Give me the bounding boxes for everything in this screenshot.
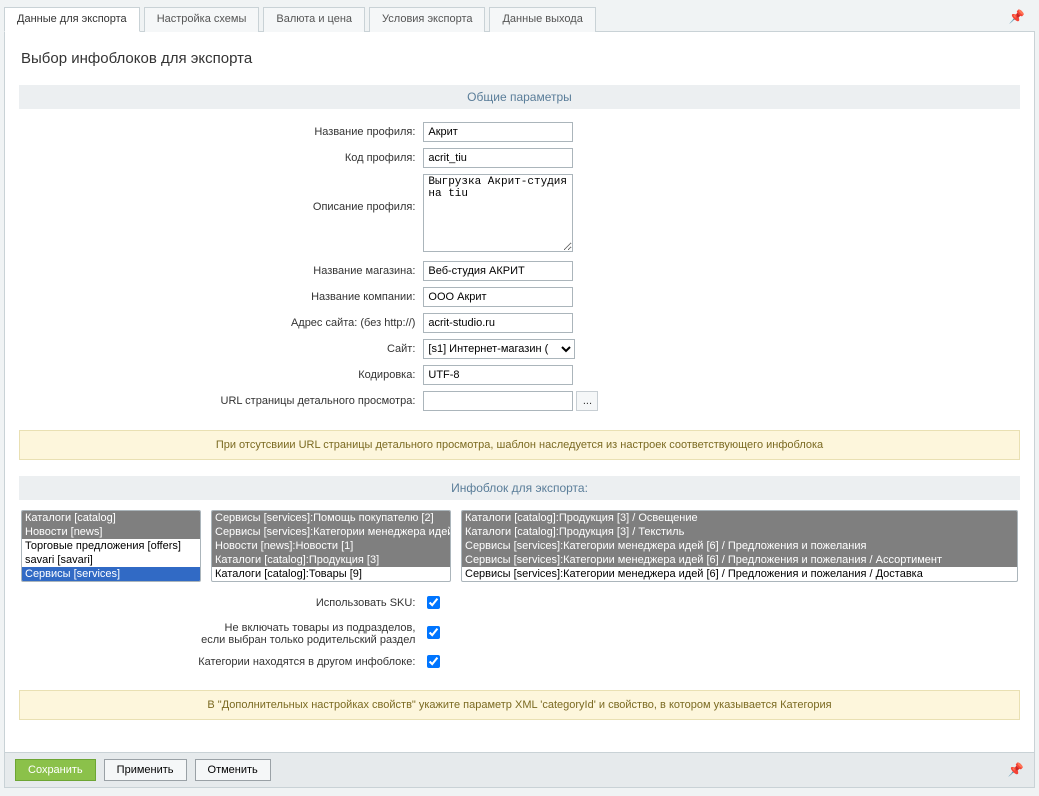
apply-button[interactable]: Применить <box>104 759 187 781</box>
iblock-options: Использовать SKU: Не включать товары из … <box>19 590 1020 674</box>
cat-other-label: Категории находятся в другом инфоблоке: <box>198 656 415 668</box>
tab-export-data[interactable]: Данные для экспорта <box>4 7 140 32</box>
main-panel: Выбор инфоблоков для экспорта Общие пара… <box>4 31 1035 753</box>
store-name-input[interactable] <box>423 261 573 281</box>
url-detail-input[interactable] <box>423 391 573 411</box>
url-detail-label: URL страницы детального просмотра: <box>221 395 416 407</box>
tab-currency[interactable]: Валюта и цена <box>263 7 365 32</box>
site-addr-label: Адрес сайта: (без http://) <box>291 317 415 329</box>
list-item[interactable]: Сервисы [services]:Категории менеджера и… <box>212 525 450 539</box>
url-note: При отсутсвиии URL страницы детального п… <box>19 430 1020 460</box>
no-sub-checkbox[interactable] <box>427 626 440 639</box>
page-title: Выбор инфоблоков для экспорта <box>21 50 1018 67</box>
list-item[interactable]: Каталоги [catalog]:Продукция [3] / Текст… <box>462 525 1017 539</box>
list-item[interactable]: Сервисы [services]:Помощь покупателю [2] <box>212 511 450 525</box>
iblock-type-list[interactable]: Каталоги [catalog]Новости [news]Торговые… <box>21 510 201 582</box>
iblock-list[interactable]: Сервисы [services]:Помощь покупателю [2]… <box>211 510 451 582</box>
site-addr-input[interactable] <box>423 313 573 333</box>
use-sku-checkbox[interactable] <box>427 596 440 609</box>
footer-pin-icon[interactable]: 📌 <box>1008 762 1024 778</box>
list-item[interactable]: Каталоги [catalog] <box>22 511 200 525</box>
section-general: Общие параметры <box>19 85 1020 109</box>
list-item[interactable]: Сервисы [services]:Категории менеджера и… <box>462 539 1017 553</box>
save-button[interactable]: Сохранить <box>15 759 96 781</box>
tab-conditions[interactable]: Условия экспорта <box>369 7 485 32</box>
section-list[interactable]: Каталоги [catalog]:Продукция [3] / Освещ… <box>461 510 1018 582</box>
site-select[interactable]: [s1] Интернет-магазин ( <box>423 339 575 359</box>
profile-name-label: Название профиля: <box>314 126 415 138</box>
cat-other-checkbox[interactable] <box>427 655 440 668</box>
site-label: Сайт: <box>387 343 415 355</box>
list-item[interactable]: Каталоги [catalog]:Продукция [3] <box>212 553 450 567</box>
list-item[interactable]: Сервисы [services]:Категории менеджера и… <box>462 567 1017 581</box>
profile-code-input[interactable] <box>423 148 573 168</box>
iblock-lists: Каталоги [catalog]Новости [news]Торговые… <box>19 510 1020 590</box>
encoding-label: Кодировка: <box>358 369 415 381</box>
store-name-label: Название магазина: <box>313 265 415 277</box>
profile-desc-label: Описание профиля: <box>313 201 416 213</box>
company-name-input[interactable] <box>423 287 573 307</box>
footer-bar: Сохранить Применить Отменить 📌 <box>4 753 1035 788</box>
profile-desc-input[interactable]: Выгрузка Акрит-студия на tiu <box>423 174 573 252</box>
category-note: В "Дополнительных настройках свойств" ук… <box>19 690 1020 720</box>
no-sub-label: Не включать товары из подразделов, если … <box>201 622 415 646</box>
list-item[interactable]: Каталоги [catalog]:Товары [9] <box>212 567 450 581</box>
list-item[interactable]: savari [savari] <box>22 553 200 567</box>
list-item[interactable]: Новости [news] <box>22 525 200 539</box>
section-iblock: Инфоблок для экспорта: <box>19 476 1020 500</box>
tab-output[interactable]: Данные выхода <box>489 7 595 32</box>
browse-button[interactable]: ... <box>576 391 598 411</box>
company-name-label: Название компании: <box>311 291 415 303</box>
pin-icon[interactable]: 📌 <box>1009 9 1025 25</box>
list-item[interactable]: Сервисы [services] <box>22 567 200 581</box>
cancel-button[interactable]: Отменить <box>195 759 271 781</box>
encoding-input[interactable] <box>423 365 573 385</box>
general-form: Название профиля: Код профиля: Описание … <box>19 119 1020 414</box>
list-item[interactable]: Торговые предложения [offers] <box>22 539 200 553</box>
tab-scheme[interactable]: Настройка схемы <box>144 7 260 32</box>
use-sku-label: Использовать SKU: <box>316 597 416 609</box>
list-item[interactable]: Новости [news]:Новости [1] <box>212 539 450 553</box>
list-item[interactable]: Сервисы [services]:Категории менеджера и… <box>462 553 1017 567</box>
profile-name-input[interactable] <box>423 122 573 142</box>
profile-code-label: Код профиля: <box>345 152 416 164</box>
tabs-bar: Данные для экспорта Настройка схемы Валю… <box>4 4 1035 31</box>
list-item[interactable]: Каталоги [catalog]:Продукция [3] / Освещ… <box>462 511 1017 525</box>
